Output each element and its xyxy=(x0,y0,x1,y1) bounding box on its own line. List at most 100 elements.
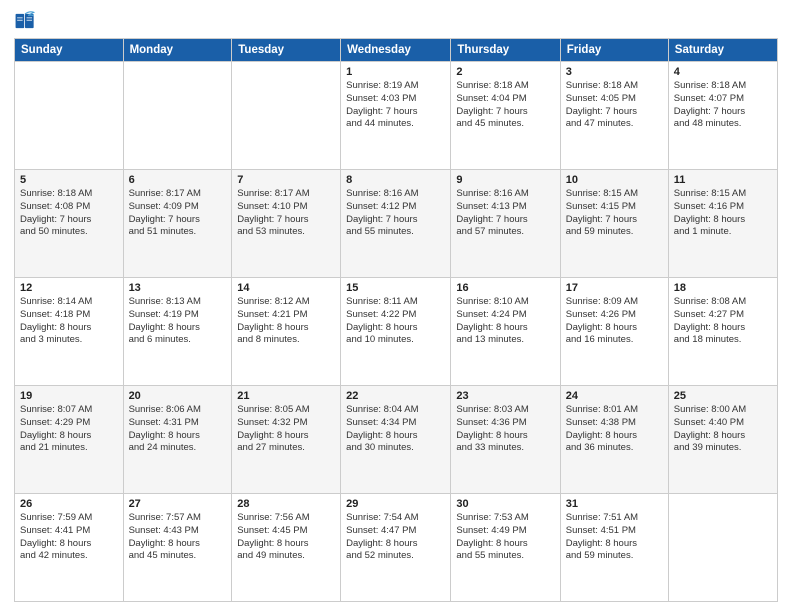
weekday-saturday: Saturday xyxy=(668,39,777,62)
cell-content: Sunrise: 8:01 AMSunset: 4:38 PMDaylight:… xyxy=(566,404,663,455)
weekday-wednesday: Wednesday xyxy=(341,39,451,62)
calendar-cell xyxy=(232,62,341,170)
day-number: 30 xyxy=(456,498,554,510)
day-number: 2 xyxy=(456,66,554,78)
calendar-cell: 22Sunrise: 8:04 AMSunset: 4:34 PMDayligh… xyxy=(341,386,451,494)
calendar-cell: 20 Sunrise: 8:06 AMSunset: 4:31 PMDayligh… xyxy=(123,386,232,494)
calendar-cell: 28Sunrise: 7:56 AMSunset: 4:45 PMDayligh… xyxy=(232,494,341,602)
calendar-cell: 2 Sunrise: 8:18 AMSunset: 4:04 PMDaylight… xyxy=(451,62,560,170)
cell-content: Sunrise: 8:05 AMSunset: 4:32 PMDaylight:… xyxy=(237,404,335,455)
calendar-cell: 5Sunrise: 8:18 AMSunset: 4:08 PMDaylight… xyxy=(15,170,124,278)
calendar-cell: 4 Sunrise: 8:18 AMSunset: 4:07 PMDaylight… xyxy=(668,62,777,170)
cell-content: Sunrise: 8:18 AMSunset: 4:05 PMDaylight:… xyxy=(566,80,663,131)
calendar-cell: 17 Sunrise: 8:09 AMSunset: 4:26 PMDayligh… xyxy=(560,278,668,386)
day-number: 9 xyxy=(456,174,554,186)
cell-content: Sunrise: 8:09 AMSunset: 4:26 PMDaylight:… xyxy=(566,296,663,347)
day-number: 4 xyxy=(674,66,772,78)
day-number: 20 xyxy=(129,390,227,402)
cell-content: Sunrise: 8:16 AMSunset: 4:12 PMDaylight:… xyxy=(346,188,445,239)
day-number: 7 xyxy=(237,174,335,186)
calendar-cell: 10Sunrise: 8:15 AMSunset: 4:15 PMDayligh… xyxy=(560,170,668,278)
week-row-2: 5Sunrise: 8:18 AMSunset: 4:08 PMDaylight… xyxy=(15,170,778,278)
logo xyxy=(14,10,40,32)
day-number: 26 xyxy=(20,498,118,510)
day-number: 13 xyxy=(129,282,227,294)
day-number: 1 xyxy=(346,66,445,78)
day-number: 19 xyxy=(20,390,118,402)
cell-content: Sunrise: 8:06 AMSunset: 4:31 PMDaylight:… xyxy=(129,404,227,455)
day-number: 5 xyxy=(20,174,118,186)
calendar-cell: 7 Sunrise: 8:17 AMSunset: 4:10 PMDaylight… xyxy=(232,170,341,278)
calendar-cell: 16 Sunrise: 8:10 AMSunset: 4:24 PMDayligh… xyxy=(451,278,560,386)
calendar-cell: 11 Sunrise: 8:15 AMSunset: 4:16 PMDayligh… xyxy=(668,170,777,278)
calendar-body: 1Sunrise: 8:19 AMSunset: 4:03 PMDaylight… xyxy=(15,62,778,602)
calendar-cell: 25 Sunrise: 8:00 AMSunset: 4:40 PMDayligh… xyxy=(668,386,777,494)
weekday-thursday: Thursday xyxy=(451,39,560,62)
day-number: 11 xyxy=(674,174,772,186)
cell-content: Sunrise: 8:18 AMSunset: 4:07 PMDaylight:… xyxy=(674,80,772,131)
day-number: 23 xyxy=(456,390,554,402)
calendar-cell: 23 Sunrise: 8:03 AMSunset: 4:36 PMDayligh… xyxy=(451,386,560,494)
cell-content: Sunrise: 8:07 AMSunset: 4:29 PMDaylight:… xyxy=(20,404,118,455)
cell-content: Sunrise: 7:53 AMSunset: 4:49 PMDaylight:… xyxy=(456,512,554,563)
day-number: 3 xyxy=(566,66,663,78)
day-number: 24 xyxy=(566,390,663,402)
cell-content: Sunrise: 8:18 AMSunset: 4:04 PMDaylight:… xyxy=(456,80,554,131)
week-row-5: 26Sunrise: 7:59 AMSunset: 4:41 PMDayligh… xyxy=(15,494,778,602)
day-number: 10 xyxy=(566,174,663,186)
cell-content: Sunrise: 7:57 AMSunset: 4:43 PMDaylight:… xyxy=(129,512,227,563)
calendar-cell: 24 Sunrise: 8:01 AMSunset: 4:38 PMDayligh… xyxy=(560,386,668,494)
calendar-cell xyxy=(668,494,777,602)
day-number: 25 xyxy=(674,390,772,402)
day-number: 14 xyxy=(237,282,335,294)
page: SundayMondayTuesdayWednesdayThursdayFrid… xyxy=(0,0,792,612)
calendar-cell: 8 Sunrise: 8:16 AMSunset: 4:12 PMDaylight… xyxy=(341,170,451,278)
cell-content: Sunrise: 8:03 AMSunset: 4:36 PMDaylight:… xyxy=(456,404,554,455)
calendar-cell: 31 Sunrise: 7:51 AMSunset: 4:51 PMDayligh… xyxy=(560,494,668,602)
weekday-friday: Friday xyxy=(560,39,668,62)
calendar-cell: 6 Sunrise: 8:17 AMSunset: 4:09 PMDaylight… xyxy=(123,170,232,278)
day-number: 17 xyxy=(566,282,663,294)
weekday-monday: Monday xyxy=(123,39,232,62)
calendar-cell: 30 Sunrise: 7:53 AMSunset: 4:49 PMDayligh… xyxy=(451,494,560,602)
cell-content: Sunrise: 8:13 AMSunset: 4:19 PMDaylight:… xyxy=(129,296,227,347)
day-number: 22 xyxy=(346,390,445,402)
cell-content: Sunrise: 7:56 AMSunset: 4:45 PMDaylight:… xyxy=(237,512,335,563)
calendar-cell: 29Sunrise: 7:54 AMSunset: 4:47 PMDayligh… xyxy=(341,494,451,602)
cell-content: Sunrise: 8:16 AMSunset: 4:13 PMDaylight:… xyxy=(456,188,554,239)
cell-content: Sunrise: 8:00 AMSunset: 4:40 PMDaylight:… xyxy=(674,404,772,455)
calendar-cell: 18Sunrise: 8:08 AMSunset: 4:27 PMDayligh… xyxy=(668,278,777,386)
calendar-header: SundayMondayTuesdayWednesdayThursdayFrid… xyxy=(15,39,778,62)
calendar-cell: 21 Sunrise: 8:05 AMSunset: 4:32 PMDayligh… xyxy=(232,386,341,494)
cell-content: Sunrise: 7:51 AMSunset: 4:51 PMDaylight:… xyxy=(566,512,663,563)
week-row-3: 12 Sunrise: 8:14 AMSunset: 4:18 PMDayligh… xyxy=(15,278,778,386)
day-number: 6 xyxy=(129,174,227,186)
calendar-cell xyxy=(15,62,124,170)
day-number: 21 xyxy=(237,390,335,402)
day-number: 29 xyxy=(346,498,445,510)
calendar-cell: 12 Sunrise: 8:14 AMSunset: 4:18 PMDayligh… xyxy=(15,278,124,386)
cell-content: Sunrise: 8:17 AMSunset: 4:09 PMDaylight:… xyxy=(129,188,227,239)
calendar: SundayMondayTuesdayWednesdayThursdayFrid… xyxy=(14,38,778,602)
calendar-cell: 26Sunrise: 7:59 AMSunset: 4:41 PMDayligh… xyxy=(15,494,124,602)
cell-content: Sunrise: 8:11 AMSunset: 4:22 PMDaylight:… xyxy=(346,296,445,347)
cell-content: Sunrise: 8:17 AMSunset: 4:10 PMDaylight:… xyxy=(237,188,335,239)
day-number: 27 xyxy=(129,498,227,510)
calendar-cell: 14Sunrise: 8:12 AMSunset: 4:21 PMDayligh… xyxy=(232,278,341,386)
calendar-cell xyxy=(123,62,232,170)
calendar-cell: 19 Sunrise: 8:07 AMSunset: 4:29 PMDayligh… xyxy=(15,386,124,494)
day-number: 15 xyxy=(346,282,445,294)
calendar-cell: 9 Sunrise: 8:16 AMSunset: 4:13 PMDaylight… xyxy=(451,170,560,278)
cell-content: Sunrise: 8:15 AMSunset: 4:16 PMDaylight:… xyxy=(674,188,772,239)
cell-content: Sunrise: 8:10 AMSunset: 4:24 PMDaylight:… xyxy=(456,296,554,347)
logo-icon xyxy=(14,10,36,32)
day-number: 31 xyxy=(566,498,663,510)
week-row-4: 19 Sunrise: 8:07 AMSunset: 4:29 PMDayligh… xyxy=(15,386,778,494)
cell-content: Sunrise: 8:08 AMSunset: 4:27 PMDaylight:… xyxy=(674,296,772,347)
day-number: 16 xyxy=(456,282,554,294)
cell-content: Sunrise: 8:14 AMSunset: 4:18 PMDaylight:… xyxy=(20,296,118,347)
week-row-1: 1Sunrise: 8:19 AMSunset: 4:03 PMDaylight… xyxy=(15,62,778,170)
day-number: 12 xyxy=(20,282,118,294)
calendar-cell: 3 Sunrise: 8:18 AMSunset: 4:05 PMDaylight… xyxy=(560,62,668,170)
day-number: 8 xyxy=(346,174,445,186)
